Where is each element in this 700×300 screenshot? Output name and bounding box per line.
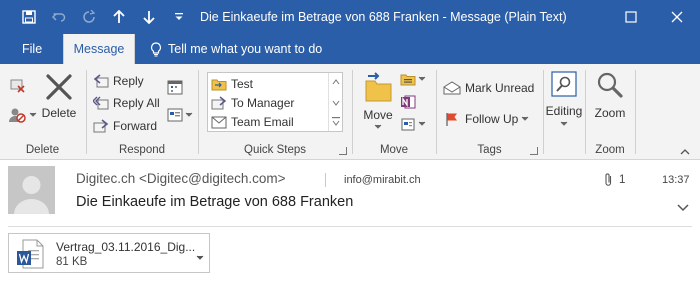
down-arrow-icon[interactable] xyxy=(134,0,164,34)
attachment-card[interactable]: Vertrag_03.11.2016_Dig... 81 KB xyxy=(8,233,210,273)
close-icon[interactable] xyxy=(654,0,700,34)
sender[interactable]: Digitec.ch <Digitec@digitech.com> xyxy=(76,171,286,186)
restore-icon[interactable] xyxy=(608,0,654,34)
attachment-count-value: 1 xyxy=(619,173,626,186)
ignore-icon[interactable] xyxy=(9,77,25,96)
search-icon xyxy=(544,69,584,99)
actions-icon[interactable] xyxy=(400,116,426,132)
quick-step-item[interactable]: Team Email xyxy=(211,114,294,130)
editing-group: Editing xyxy=(544,64,584,160)
editing-button[interactable]: Editing xyxy=(544,69,584,127)
meeting-icon[interactable] xyxy=(167,79,183,98)
magnifier-icon xyxy=(586,70,634,100)
flag-icon xyxy=(443,111,461,127)
delete-icon xyxy=(40,72,78,102)
reply-all-label: Reply All xyxy=(113,96,160,110)
forward-button[interactable]: Forward xyxy=(93,118,157,134)
attachment-count: 1 xyxy=(604,172,625,187)
tell-me-search[interactable]: Tell me what you want to do xyxy=(150,34,322,64)
quick-access-toolbar xyxy=(14,0,194,34)
dialog-launcher-icon[interactable] xyxy=(530,147,538,155)
delete-group-label: Delete xyxy=(25,144,60,156)
quick-step-item[interactable]: Test xyxy=(211,76,253,92)
follow-up-button[interactable]: Follow Up xyxy=(443,111,529,127)
quick-step-label: To Manager xyxy=(231,96,295,110)
mark-unread-label: Mark Unread xyxy=(465,81,535,95)
zoom-label: Zoom xyxy=(594,106,626,120)
delete-group: Delete Delete xyxy=(0,64,85,160)
quick-step-item[interactable]: To Manager xyxy=(211,95,294,111)
customize-icon[interactable] xyxy=(164,0,194,34)
chevron-down-icon xyxy=(544,121,584,127)
editing-label: Editing xyxy=(545,104,583,118)
received-time: 13:37 xyxy=(662,174,690,186)
mark-unread-button[interactable]: Mark Unread xyxy=(443,80,534,96)
delete-label: Delete xyxy=(41,106,77,120)
reply-button[interactable]: Reply xyxy=(93,73,144,89)
reply-icon xyxy=(93,73,109,89)
save-icon[interactable] xyxy=(14,0,44,34)
zoom-button[interactable]: Zoom xyxy=(586,70,634,120)
divider xyxy=(8,226,692,227)
quick-step-label: Test xyxy=(231,77,254,91)
undo-icon[interactable] xyxy=(44,0,74,34)
divider xyxy=(325,173,326,187)
forward-icon xyxy=(93,118,109,134)
chevron-down-icon xyxy=(522,116,529,121)
move-group-label: Move xyxy=(379,144,409,156)
tab-file[interactable]: File xyxy=(22,34,42,64)
zoom-group-label: Zoom xyxy=(595,144,625,156)
lightbulb-icon xyxy=(150,41,162,57)
attachment-name: Vertrag_03.11.2016_Dig... xyxy=(56,240,196,254)
tags-group: Mark Unread Follow Up Tags xyxy=(437,64,542,160)
word-document-icon xyxy=(15,238,45,273)
tell-me-label: Tell me what you want to do xyxy=(168,42,323,56)
avatar xyxy=(8,166,55,214)
move-folder-icon xyxy=(358,70,398,106)
rules-icon[interactable] xyxy=(400,72,426,86)
reply-all-icon xyxy=(93,95,109,111)
forward-mail-icon xyxy=(211,95,227,111)
delete-button[interactable]: Delete xyxy=(40,72,78,120)
junk-icon[interactable] xyxy=(9,107,37,123)
title-bar: Die Einkaeufe im Betrage von 688 Franken… xyxy=(0,0,700,34)
reply-all-button[interactable]: Reply All xyxy=(93,95,160,111)
ribbon: Delete Delete Reply Reply All Forward Re… xyxy=(0,64,700,160)
tags-group-label: Tags xyxy=(477,144,502,156)
message-subject: Die Einkaeufe im Betrage von 688 Franken xyxy=(76,194,354,210)
attachment-menu-icon[interactable] xyxy=(196,250,204,264)
respond-group: Reply Reply All Forward Respond xyxy=(87,64,197,160)
move-group: Move Move xyxy=(353,64,435,160)
up-arrow-icon[interactable] xyxy=(104,0,134,34)
quick-step-label: Team Email xyxy=(231,115,294,129)
window-title: Die Einkaeufe im Betrage von 688 Franken… xyxy=(200,10,567,24)
quick-steps-gallery: Test To Manager Team Email xyxy=(207,72,343,132)
zoom-group: Zoom Zoom xyxy=(586,64,634,160)
move-label: Move xyxy=(363,108,393,122)
tab-message[interactable]: Message xyxy=(63,34,135,64)
divider xyxy=(635,70,636,154)
attachment-size: 81 KB xyxy=(56,256,88,268)
onenote-icon[interactable] xyxy=(400,94,416,113)
envelope-icon xyxy=(443,80,461,96)
move-button[interactable]: Move xyxy=(358,70,398,130)
ribbon-tabs: File Message Tell me what you want to do xyxy=(0,34,700,64)
redo-icon[interactable] xyxy=(74,0,104,34)
forward-label: Forward xyxy=(113,119,158,133)
paperclip-icon xyxy=(604,172,613,187)
recipient[interactable]: info@mirabit.ch xyxy=(344,174,421,186)
dialog-launcher-icon[interactable] xyxy=(339,147,347,155)
reply-label: Reply xyxy=(113,74,144,88)
respond-group-label: Respond xyxy=(118,144,166,156)
quick-steps-group-label: Quick Steps xyxy=(244,144,306,156)
chevron-down-icon xyxy=(358,124,398,130)
gallery-scrollbar[interactable] xyxy=(328,73,342,131)
follow-up-label: Follow Up xyxy=(465,112,519,126)
collapse-ribbon-icon[interactable] xyxy=(680,144,690,158)
mail-icon xyxy=(211,114,227,130)
folder-arrow-icon xyxy=(211,76,227,92)
expand-header-icon[interactable] xyxy=(676,202,690,216)
more-respond-icon[interactable] xyxy=(167,107,193,123)
